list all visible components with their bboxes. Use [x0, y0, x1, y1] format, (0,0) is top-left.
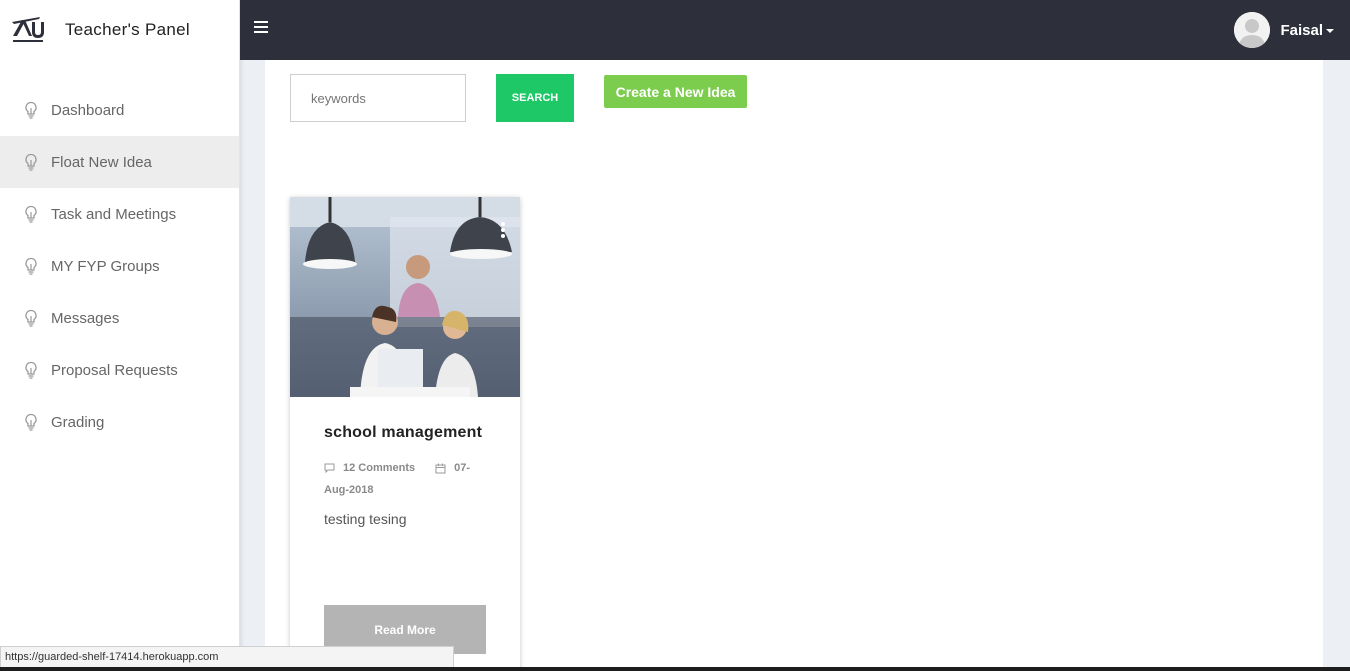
- search-button[interactable]: SEARCH: [496, 74, 574, 122]
- sidebar-menu: Dashboard Float New Idea Task and Meetin…: [0, 84, 239, 448]
- sidebar-item-label: Proposal Requests: [51, 361, 178, 379]
- university-logo: [12, 17, 44, 42]
- create-new-idea-button[interactable]: Create a New Idea: [604, 75, 747, 108]
- idea-description: testing tesing: [324, 511, 407, 527]
- lightbulb-icon: [25, 153, 37, 171]
- calendar-icon: [435, 463, 446, 474]
- sidebar-item-label: Grading: [51, 413, 105, 431]
- user-menu[interactable]: Faisal: [1234, 12, 1334, 48]
- avatar: [1234, 12, 1271, 48]
- user-name: Faisal: [1280, 21, 1323, 39]
- bottom-edge: [0, 667, 1350, 671]
- brand: Teacher's Panel: [0, 0, 239, 60]
- sidebar-item-dashboard[interactable]: Dashboard: [0, 84, 239, 136]
- idea-title: school management: [324, 424, 483, 441]
- top-navbar: Faisal: [240, 0, 1350, 60]
- browser-status-url: https://guarded-shelf-17414.herokuapp.co…: [0, 646, 454, 668]
- lightbulb-icon: [25, 101, 37, 119]
- search-input[interactable]: [290, 74, 466, 122]
- panel-title: Teacher's Panel: [65, 20, 190, 39]
- sidebar-item-label: Dashboard: [51, 101, 125, 119]
- idea-card: school management 12 Comments 07-Aug-2018…: [290, 197, 520, 671]
- lightbulb-icon: [25, 205, 37, 223]
- office-photo: [290, 197, 520, 397]
- sidebar-item-label: Messages: [51, 309, 120, 327]
- idea-card-body: school management 12 Comments 07-Aug-2018…: [290, 397, 520, 527]
- idea-card-image: [290, 197, 520, 397]
- caret-down-icon: [1326, 29, 1334, 33]
- lightbulb-icon: [25, 309, 37, 327]
- sidebar-item-task-and-meetings[interactable]: Task and Meetings: [0, 188, 239, 240]
- sidebar-item-label: Task and Meetings: [51, 205, 177, 223]
- sidebar-item-float-new-idea[interactable]: Float New Idea: [0, 136, 239, 188]
- sidebar-item-my-fyp-groups[interactable]: MY FYP Groups: [0, 240, 239, 292]
- user-silhouette-icon: [1234, 12, 1271, 48]
- sidebar-item-grading[interactable]: Grading: [0, 396, 239, 448]
- more-options-icon[interactable]: [500, 222, 506, 240]
- sidebar-item-label: MY FYP Groups: [51, 257, 160, 275]
- sidebar: Teacher's Panel Dashboard Float New Idea…: [0, 0, 240, 671]
- hamburger-icon[interactable]: [254, 21, 268, 34]
- sidebar-item-label: Float New Idea: [51, 153, 152, 171]
- lightbulb-icon: [25, 361, 37, 379]
- main-content: SEARCH Create a New Idea: [265, 60, 1323, 671]
- sidebar-item-proposal-requests[interactable]: Proposal Requests: [0, 344, 239, 396]
- sidebar-item-messages[interactable]: Messages: [0, 292, 239, 344]
- comment-icon: [324, 463, 335, 474]
- lightbulb-icon: [25, 257, 37, 275]
- lightbulb-icon: [25, 413, 37, 431]
- comments-count: 12 Comments: [343, 462, 416, 474]
- idea-meta: 12 Comments 07-Aug-2018: [324, 457, 486, 501]
